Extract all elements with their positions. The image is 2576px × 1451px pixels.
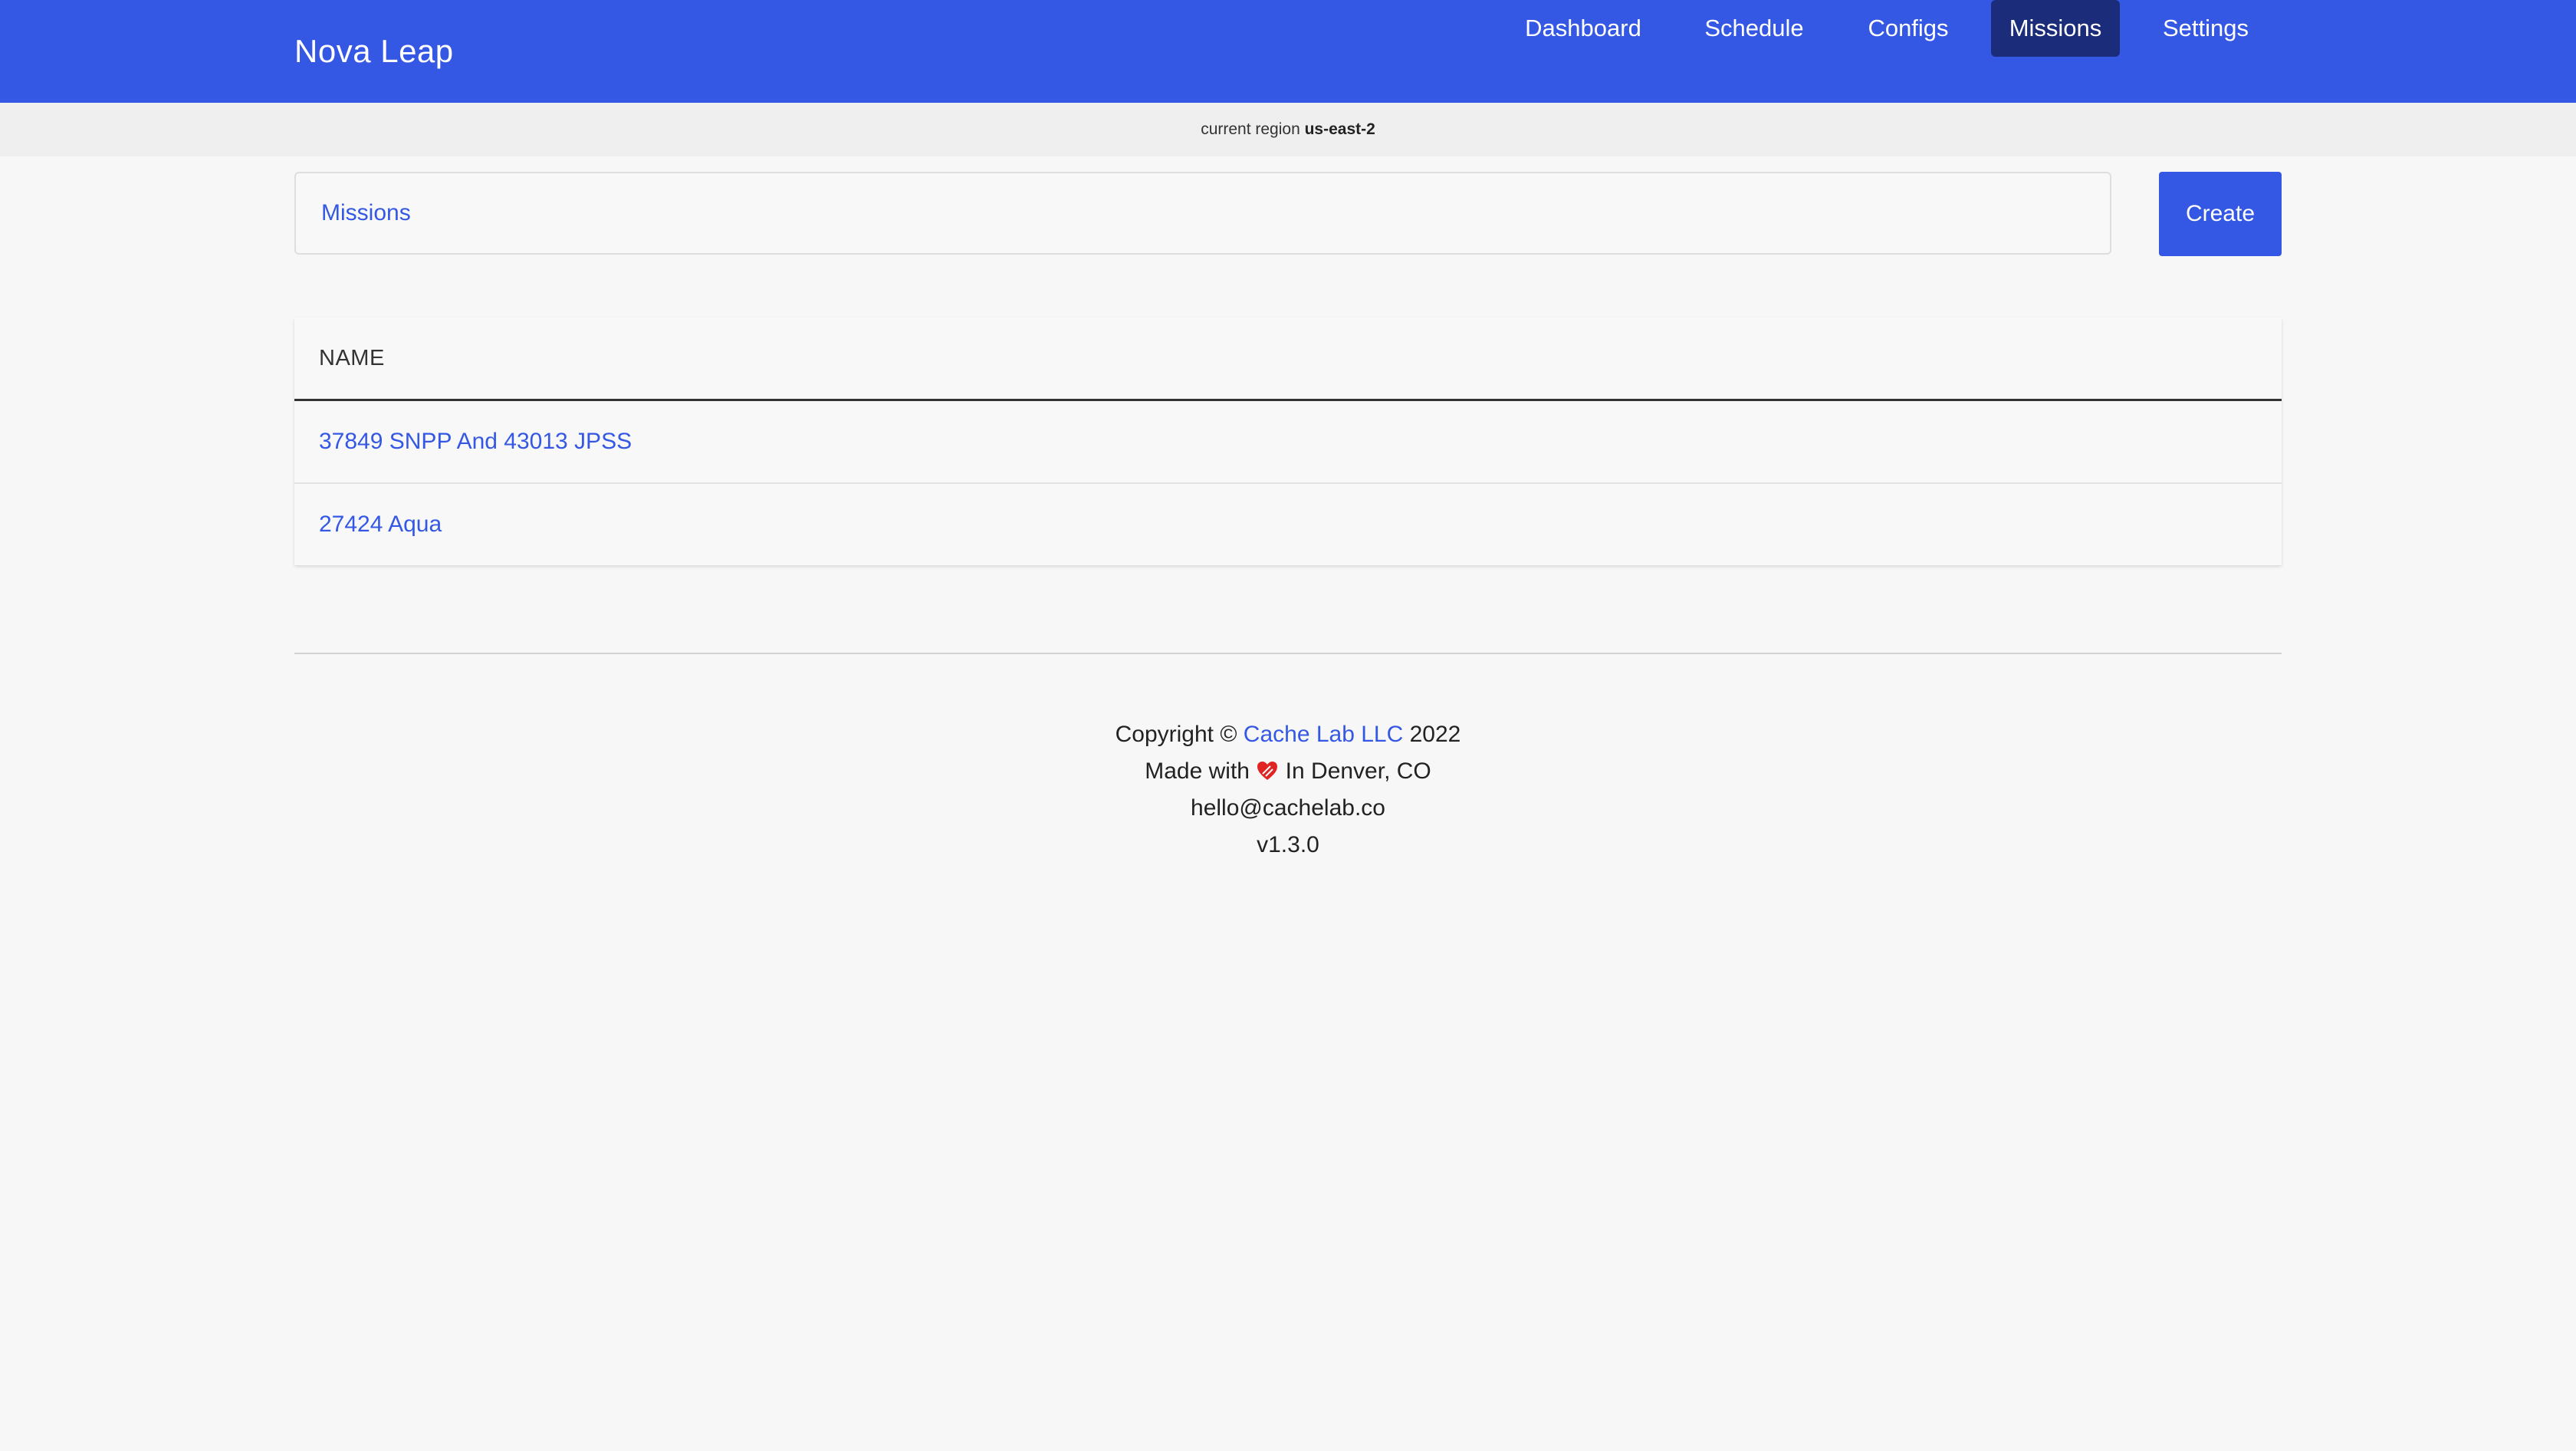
made-with-line: Made with In Denver, CO	[0, 753, 2576, 790]
rocket-heart-icon	[1256, 757, 1279, 780]
copyright-prefix: Copyright ©	[1115, 722, 1237, 747]
app-version: v1.3.0	[1257, 832, 1319, 857]
nav-item-settings[interactable]: Settings	[2147, 0, 2265, 57]
company-link[interactable]: Cache Lab LLC	[1244, 722, 1403, 747]
region-value: us-east-2	[1304, 120, 1375, 138]
copyright-year: 2022	[1409, 722, 1461, 747]
location-text: In Denver, CO	[1285, 758, 1431, 784]
footer-divider	[294, 653, 2282, 654]
footer: Copyright © Cache Lab LLC 2022 Made with…	[0, 716, 2576, 864]
create-button[interactable]: Create	[2159, 172, 2282, 256]
missions-table: NAME 37849 SNPP And 43013 JPSS 27424 Aqu…	[294, 318, 2282, 565]
brand-logo-text[interactable]: Nova Leap	[294, 31, 454, 72]
column-header-name: NAME	[294, 318, 2282, 401]
table-row: 37849 SNPP And 43013 JPSS	[294, 401, 2282, 484]
copyright-line: Copyright © Cache Lab LLC 2022	[0, 716, 2576, 753]
table-row: 27424 Aqua	[294, 484, 2282, 565]
region-bar: current region us-east-2	[0, 103, 2576, 156]
top-navbar: Nova Leap Dashboard Schedule Configs Mis…	[0, 0, 2576, 103]
region-label: current region	[1201, 120, 1300, 138]
mission-link[interactable]: 37849 SNPP And 43013 JPSS	[319, 429, 632, 454]
nav-item-schedule[interactable]: Schedule	[1685, 0, 1823, 57]
nav-item-missions[interactable]: Missions	[1991, 0, 2120, 57]
nav-item-configs[interactable]: Configs	[1851, 0, 1966, 57]
breadcrumb: Missions	[294, 172, 2111, 255]
made-with-text: Made with	[1145, 758, 1250, 784]
contact-email: hello@cachelab.co	[1191, 795, 1385, 821]
nav-item-dashboard[interactable]: Dashboard	[1509, 0, 1658, 57]
mission-link[interactable]: 27424 Aqua	[319, 512, 442, 537]
breadcrumb-missions-link[interactable]: Missions	[321, 173, 411, 253]
